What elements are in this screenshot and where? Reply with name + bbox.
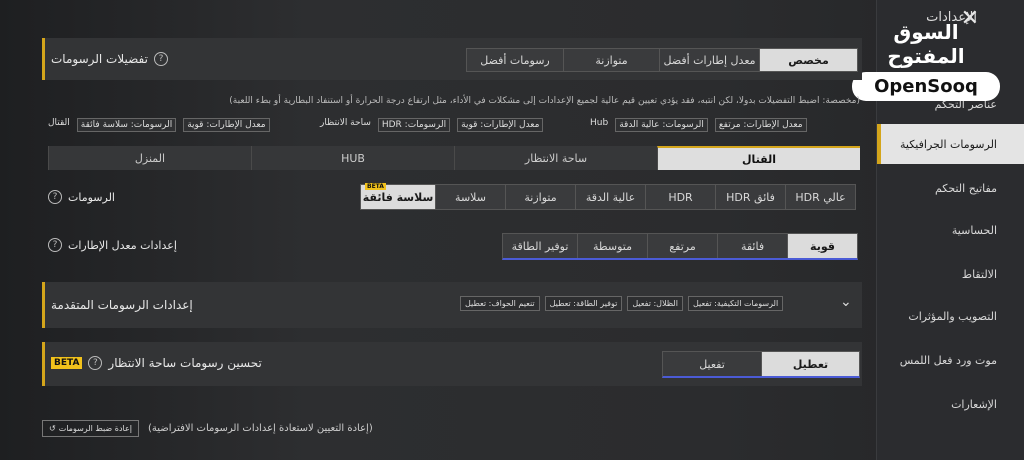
sidebar-item-notifications[interactable]: الإشعارات <box>877 384 1024 424</box>
reset-icon: ↺ <box>49 424 56 433</box>
lobby-toggle: تعطيل تفعيل <box>662 351 860 378</box>
framerate-selector: قوية فائقة مرتفع متوسطة توفير الطاقة <box>502 233 858 260</box>
framerate-option-medium[interactable]: متوسطة <box>577 234 647 258</box>
tab-home[interactable]: المنزل <box>48 146 251 170</box>
graphics-option-smooth[interactable]: سلاسة <box>435 185 505 209</box>
graphics-option-hdr[interactable]: HDR <box>645 185 715 209</box>
pref-option-balanced[interactable]: متوازنة <box>563 49 659 71</box>
chip-shadows: الظلال: تفعيل <box>627 296 683 311</box>
framerate-option-strong[interactable]: قوية <box>787 234 857 258</box>
preset-lobby: معدل الإطارات: قوية الرسومات: HDR ساحة الا… <box>320 118 544 132</box>
preset-combat: معدل الإطارات: قوية الرسومات: سلاسة فائقة… <box>48 118 270 132</box>
graphics-option-balanced[interactable]: متوازنة <box>505 185 575 209</box>
help-icon[interactable]: ? <box>48 238 62 252</box>
graphics-option-hdr-high[interactable]: عالي HDR <box>785 185 855 209</box>
chevron-down-icon[interactable]: ⌄ <box>840 294 852 310</box>
lobby-option-disable[interactable]: تعطيل <box>761 352 859 376</box>
beta-badge: BETA <box>51 357 83 369</box>
pref-option-quality[interactable]: رسومات أفضل <box>467 49 563 71</box>
mode-tabs: القتال ساحة الانتظار HUB المنزل <box>48 146 860 170</box>
advanced-title: إعدادات الرسومات المتقدمة <box>51 298 193 312</box>
graphics-quality-selector: عالي HDR فائق HDR HDR عالية الدقة متوازن… <box>360 183 856 210</box>
lobby-graphics-panel: BETA ? تحسين رسومات ساحة الانتظار تعطيل … <box>42 342 862 386</box>
framerate-row-label: ? إعدادات معدل الإطارات <box>48 238 177 252</box>
graphics-row-label: ? الرسومات <box>48 190 115 204</box>
tab-combat[interactable]: القتال <box>657 146 860 170</box>
help-icon[interactable]: ? <box>153 52 168 66</box>
opensooq-logo: السوق المفتوح OpenSooq <box>852 20 1000 101</box>
tab-lobby[interactable]: ساحة الانتظار <box>454 146 657 170</box>
advanced-graphics-panel[interactable]: إعدادات الرسومات المتقدمة الرسومات التكي… <box>42 282 862 328</box>
lobby-title-row: BETA ? تحسين رسومات ساحة الانتظار <box>51 356 262 370</box>
pref-option-framerate[interactable]: معدل إطارات أفضل <box>659 49 759 71</box>
help-icon[interactable]: ? <box>48 190 62 204</box>
sidebar-item-pickup[interactable]: الالتقاط <box>877 254 1024 294</box>
sidebar-item-sensitivity[interactable]: الحساسية <box>877 210 1024 250</box>
graphics-label: الرسومات <box>68 190 115 204</box>
sidebar-item-aim[interactable]: التصويب والمؤثرات <box>877 296 1024 336</box>
framerate-option-ultra[interactable]: فائقة <box>717 234 787 258</box>
lobby-title: تحسين رسومات ساحة الانتظار <box>108 356 262 370</box>
help-icon[interactable]: ? <box>88 356 103 370</box>
pref-option-custom[interactable]: مخصص <box>759 49 857 71</box>
preferences-selector: مخصص معدل إطارات أفضل متوازنة رسومات أفض… <box>466 48 858 72</box>
reset-note: (إعادة التعيين لاستعادة إعدادات الرسومات… <box>148 423 373 434</box>
chip-antialias: تنعيم الحواف: تعطيل <box>460 296 540 311</box>
framerate-label: إعدادات معدل الإطارات <box>68 238 177 252</box>
preset-hub: معدل الإطارات: مرتفع الرسومات: عالية الدق… <box>590 118 807 132</box>
preferences-title: تفضيلات الرسومات <box>51 52 148 66</box>
framerate-option-high[interactable]: مرتفع <box>647 234 717 258</box>
preferences-note: (مخصصة: اضبط التفضيلات بدولا، لكن انتبه،… <box>229 96 860 106</box>
framerate-option-power-saving[interactable]: توفير الطاقة <box>503 234 577 258</box>
graphics-option-hdr-ultra[interactable]: فائق HDR <box>715 185 785 209</box>
tab-hub[interactable]: HUB <box>251 146 454 170</box>
advanced-chips: الرسومات التكيفية: تفعيل الظلال: تفعيل ت… <box>455 296 784 311</box>
sidebar-item-graphics[interactable]: الرسومات الجرافيكية <box>877 124 1024 164</box>
graphics-option-hd[interactable]: عالية الدقة <box>575 185 645 209</box>
graphics-option-ultra-smooth[interactable]: سلاسة فائقة BETA <box>361 183 435 209</box>
reset-graphics-button[interactable]: إعادة ضبط الرسومات ↺ <box>42 420 139 437</box>
beta-badge: BETA <box>365 183 386 190</box>
sidebar-item-haptics[interactable]: موت ورد فعل اللمس <box>877 340 1024 380</box>
graphics-preferences-panel: ? تفضيلات الرسومات مخصص معدل إطارات أفضل… <box>42 38 862 80</box>
sidebar-item-keys[interactable]: مفاتيح التحكم <box>877 168 1024 208</box>
chip-power: توفير الطاقة: تعطيل <box>544 296 623 311</box>
chip-adaptive: الرسومات التكيفية: تفعيل <box>687 296 784 311</box>
lobby-option-enable[interactable]: تفعيل <box>663 352 761 376</box>
